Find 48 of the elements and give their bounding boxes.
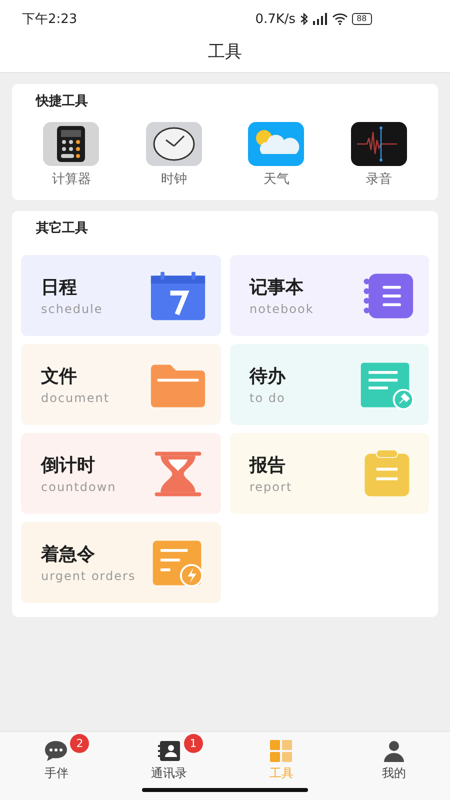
tool-title: 日程 — [41, 276, 78, 299]
tool-tile[interactable]: 着急令 urgent orders — [21, 522, 220, 603]
section-title: 快捷工具 — [34, 93, 89, 111]
tool-subtitle: document — [41, 391, 110, 405]
tool-tile[interactable]: 待办 to do — [230, 344, 429, 425]
tool-title: 记事本 — [250, 276, 304, 299]
tool-title: 待办 — [250, 365, 286, 388]
tool-tile[interactable]: 日程 schedule — [21, 255, 220, 336]
chat-bubble-icon — [44, 740, 68, 762]
unread-count: 1 — [184, 734, 203, 753]
tool-title: 报告 — [250, 454, 286, 477]
calculator-icon[interactable] — [43, 122, 100, 166]
weather-icon[interactable] — [248, 122, 304, 166]
tool-label: 时钟 — [160, 171, 187, 188]
person-icon — [382, 740, 405, 762]
wifi-icon — [332, 13, 348, 25]
tool-subtitle: report — [250, 480, 292, 494]
calendar-icon — [148, 270, 206, 320]
contact-book-icon — [158, 741, 180, 761]
nav-tab[interactable]: 我的 — [338, 732, 450, 788]
section-title: 其它工具 — [35, 220, 89, 238]
battery-level: 88 — [352, 13, 372, 25]
tool-tile[interactable]: 报告 report — [230, 433, 429, 514]
tool-tile[interactable]: 文件 document — [21, 344, 220, 425]
tool-tile[interactable]: 倒计时 countdown — [21, 433, 220, 514]
tool-subtitle: countdown — [41, 480, 116, 494]
tool-subtitle: to do — [250, 391, 286, 405]
tool-label: 录音 — [366, 171, 392, 188]
nav-tab[interactable]: 2 手伴 — [0, 732, 112, 788]
tool-label: 天气 — [263, 171, 290, 188]
signal-icon — [312, 13, 328, 25]
tool-title: 倒计时 — [41, 454, 96, 477]
unread-count: 2 — [70, 734, 90, 753]
tool-title: 着急令 — [41, 543, 96, 566]
tool-title: 文件 — [41, 365, 78, 388]
nav-tab[interactable]: 1 通讯录 — [112, 732, 225, 788]
page-title: 工具 — [207, 41, 243, 64]
grid-icon — [270, 740, 292, 762]
tool-subtitle: urgent orders — [41, 569, 136, 583]
tool-subtitle: schedule — [41, 302, 103, 316]
clock-icon[interactable] — [146, 122, 202, 166]
tool-tile[interactable]: 记事本 notebook — [230, 255, 429, 336]
tool-label: 计算器 — [52, 171, 91, 188]
bluetooth-icon — [300, 13, 308, 25]
tool-subtitle: notebook — [250, 302, 314, 316]
network-speed: 0.7K/s — [255, 12, 296, 26]
voice-recorder-icon[interactable] — [350, 122, 407, 166]
status-time: 下午2:23 — [22, 11, 78, 28]
